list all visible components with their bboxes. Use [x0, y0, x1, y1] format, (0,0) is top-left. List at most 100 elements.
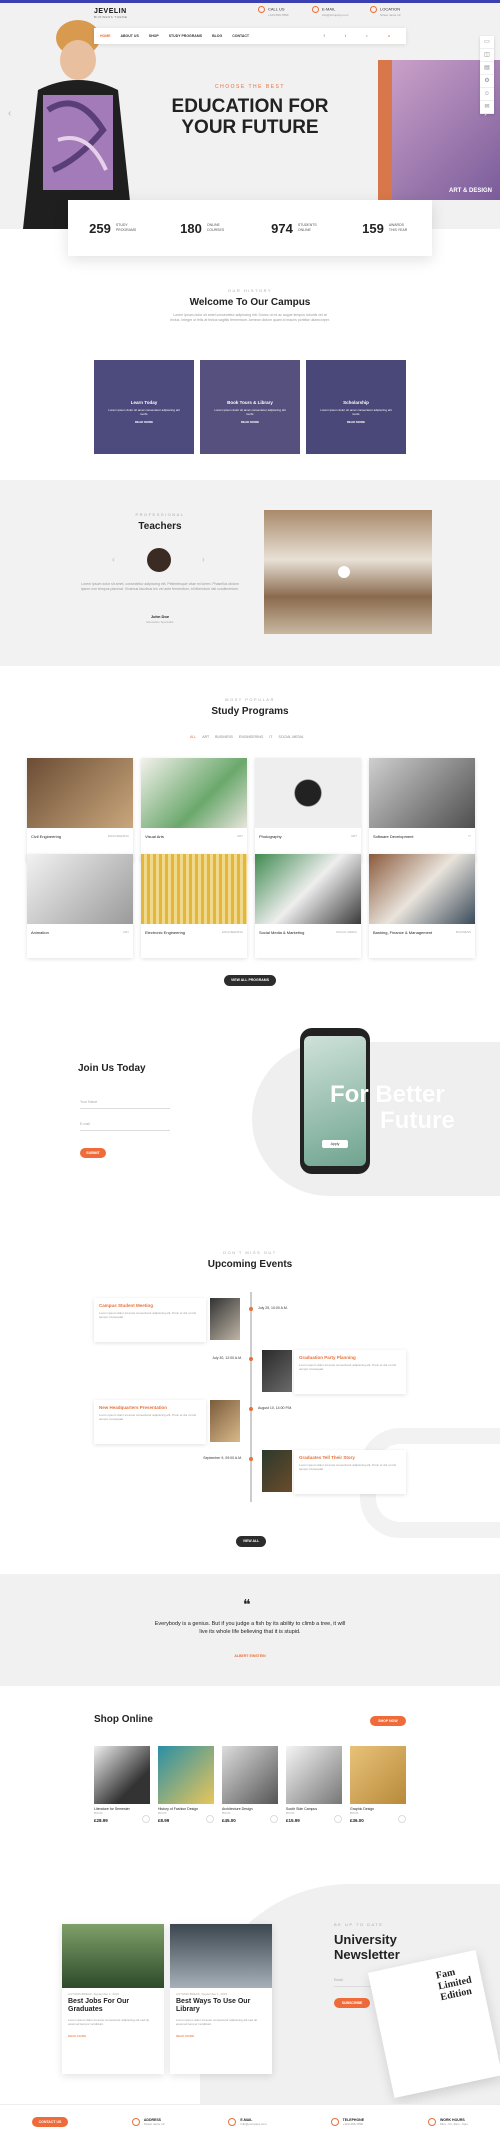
hero-prev-arrow[interactable]: ‹ [8, 108, 11, 119]
filter-social-media[interactable]: SOCIAL MEDIA [279, 735, 304, 739]
magazine-title: Fam Limited Edition [434, 1966, 473, 2004]
program-image [141, 854, 247, 924]
add-to-cart-icon[interactable] [206, 1815, 214, 1823]
subscribe-button[interactable]: SUBSCRIBE [334, 1998, 370, 2008]
event-card[interactable]: Campus Student Meeting Lorem ipsum dolor … [94, 1298, 206, 1342]
add-to-cart-icon[interactable] [142, 1815, 150, 1823]
program-card[interactable]: Software Development IT [369, 758, 475, 862]
program-image [369, 758, 475, 828]
nav-shop[interactable]: SHOP [149, 34, 159, 38]
add-to-cart-icon[interactable] [334, 1815, 342, 1823]
footer-email: E-MAIL info@company.com [228, 2117, 267, 2126]
contact-call: CALL US [258, 6, 285, 13]
product-image [158, 1746, 214, 1804]
footer-address: ADDRESS Street name 12 [131, 2117, 164, 2126]
product-card[interactable]: Graphic Design BOOK £36.00 [350, 1746, 406, 1823]
tile-book-tours[interactable]: Book Tours & Library Lorem ipsum dolor si… [200, 360, 300, 454]
cart-icon[interactable]: ● [388, 34, 390, 38]
program-card[interactable]: Photography ART [255, 758, 361, 862]
product-image [286, 1746, 342, 1804]
programs-title: Study Programs [211, 706, 289, 717]
join-name-field[interactable]: Your Name [80, 1096, 170, 1109]
play-icon[interactable] [338, 566, 350, 578]
teacher-prev-arrow[interactable]: ‹ [112, 555, 115, 564]
nav-study-programs[interactable]: STUDY PROGRAMS [169, 34, 202, 38]
program-card[interactable]: Civil Engineering ENGINEERING [27, 758, 133, 862]
events-kicker: DON'T MISS OUT [223, 1250, 277, 1255]
program-card[interactable]: Electronic Engineering ENGINEERING [141, 854, 247, 958]
location-icon [131, 2117, 140, 2126]
tile-scholarship[interactable]: Scholarship Lorem ipsum dolor sit amet co… [306, 360, 406, 454]
event-card[interactable]: Graduation Party Planning Lorem ipsum dol… [294, 1350, 406, 1394]
teacher-next-arrow[interactable]: › [202, 555, 205, 564]
clock-icon [427, 2117, 436, 2126]
filter-it[interactable]: IT [269, 735, 272, 739]
add-to-cart-icon[interactable] [398, 1815, 406, 1823]
product-card[interactable]: History of Fashion Design BOOK £8.99 [158, 1746, 214, 1823]
search-icon[interactable]: ⌕ [366, 34, 368, 38]
teacher-quote: Lorem ipsum dolor sit amet, consectetur … [80, 582, 240, 591]
product-card[interactable]: Architecture Design BOOK £45.00 [222, 1746, 278, 1823]
event-card[interactable]: Graduates Tell Their Story Lorem ipsum do… [294, 1450, 406, 1494]
filter-art[interactable]: ART [202, 735, 209, 739]
nav-blog[interactable]: BLOG [212, 34, 222, 38]
program-card[interactable]: Animation ART [27, 854, 133, 958]
hero-student-image [23, 20, 133, 229]
settings-icon[interactable]: ⚙ [480, 75, 494, 88]
view-all-programs-button[interactable]: VIEW ALL PROGRAMS [224, 975, 276, 986]
blog-card[interactable]: AUTUMN BREAK, September 1, 2019 Best Jobs… [62, 1924, 164, 2074]
event-date: July 30, 12:00 A.M. [212, 1356, 242, 1360]
quote-text: Everybody is a genius. But if you judge … [154, 1621, 346, 1635]
welcome-kicker: OUR HISTORY [227, 288, 273, 293]
product-image [350, 1746, 406, 1804]
layout-icon[interactable]: ▭ [480, 36, 494, 49]
join-submit-button[interactable]: SUBMIT [80, 1148, 106, 1158]
program-card[interactable]: Banking, Finance & Management BUSINESS [369, 854, 475, 958]
program-image [255, 854, 361, 924]
filter-engineering[interactable]: ENGINEERING [239, 735, 264, 739]
doc-icon[interactable]: ▤ [480, 62, 494, 75]
twitter-icon[interactable]: t [345, 34, 346, 38]
event-image [210, 1400, 240, 1442]
contact-email-value[interactable]: info@company.com [322, 13, 348, 17]
blog-image [170, 1924, 272, 1988]
program-card[interactable]: Visual Arts ART [141, 758, 247, 862]
program-image [141, 758, 247, 828]
join-email-field[interactable]: E-mail [80, 1118, 170, 1131]
view-all-events-button[interactable]: VIEW ALL [236, 1536, 266, 1547]
user-icon[interactable]: ☺ [480, 88, 494, 101]
filter-all[interactable]: ALL [190, 735, 196, 739]
site-logo[interactable]: JEVELIN BUSINESS THEME [94, 8, 127, 19]
stat-item: 974 STUDENTS ONLINE [271, 220, 317, 236]
mail-icon [312, 6, 319, 13]
filter-business[interactable]: BUSINESS [215, 735, 233, 739]
timeline-dot [249, 1307, 253, 1311]
nav-about[interactable]: ABOUT US [121, 34, 139, 38]
product-image [222, 1746, 278, 1804]
blog-card[interactable]: AUTUMN BREAK, September 1, 2019 Best Ways… [170, 1924, 272, 2074]
stat-item: 159 AWARDS THIS YEAR [362, 220, 408, 236]
nav-contact[interactable]: CONTACT [232, 34, 249, 38]
add-to-cart-icon[interactable] [270, 1815, 278, 1823]
program-card[interactable]: Social Media & Marketing SOCIAL MEDIA [255, 854, 361, 958]
mail-side-icon[interactable]: ✉ [480, 101, 494, 114]
teacher-avatar [147, 548, 171, 572]
shop-now-button[interactable]: SHOP NOW [370, 1716, 406, 1726]
event-card[interactable]: New Headquarters Presentation Lorem ipsum… [94, 1400, 206, 1444]
footer-contact-button[interactable]: CONTACT US [31, 2116, 68, 2127]
event-date: September 9, 09:00 A.M. [203, 1456, 242, 1460]
facebook-icon[interactable]: f [324, 34, 325, 38]
teacher-name: John Doe [150, 614, 170, 619]
welcome-text: Lorem ipsum dolor sit amet consectetur a… [170, 313, 330, 322]
event-image [262, 1350, 292, 1392]
tile-learn-today[interactable]: Learn Today Lorem ipsum dolor sit amet co… [94, 360, 194, 454]
nav-home[interactable]: HOME [100, 34, 111, 38]
product-card[interactable]: South Side Campus BOOK £15.99 [286, 1746, 342, 1823]
mail-icon [228, 2117, 237, 2126]
program-image [27, 854, 133, 924]
product-card[interactable]: Literature for Semester BOOK £28.99 [94, 1746, 150, 1823]
cart-side-icon[interactable]: ◫ [480, 49, 494, 62]
contact-call-value: +123-456-7890 [268, 13, 289, 17]
phone-icon [330, 2117, 339, 2126]
stat-item: 180 ONLINE COURSES [180, 220, 225, 236]
